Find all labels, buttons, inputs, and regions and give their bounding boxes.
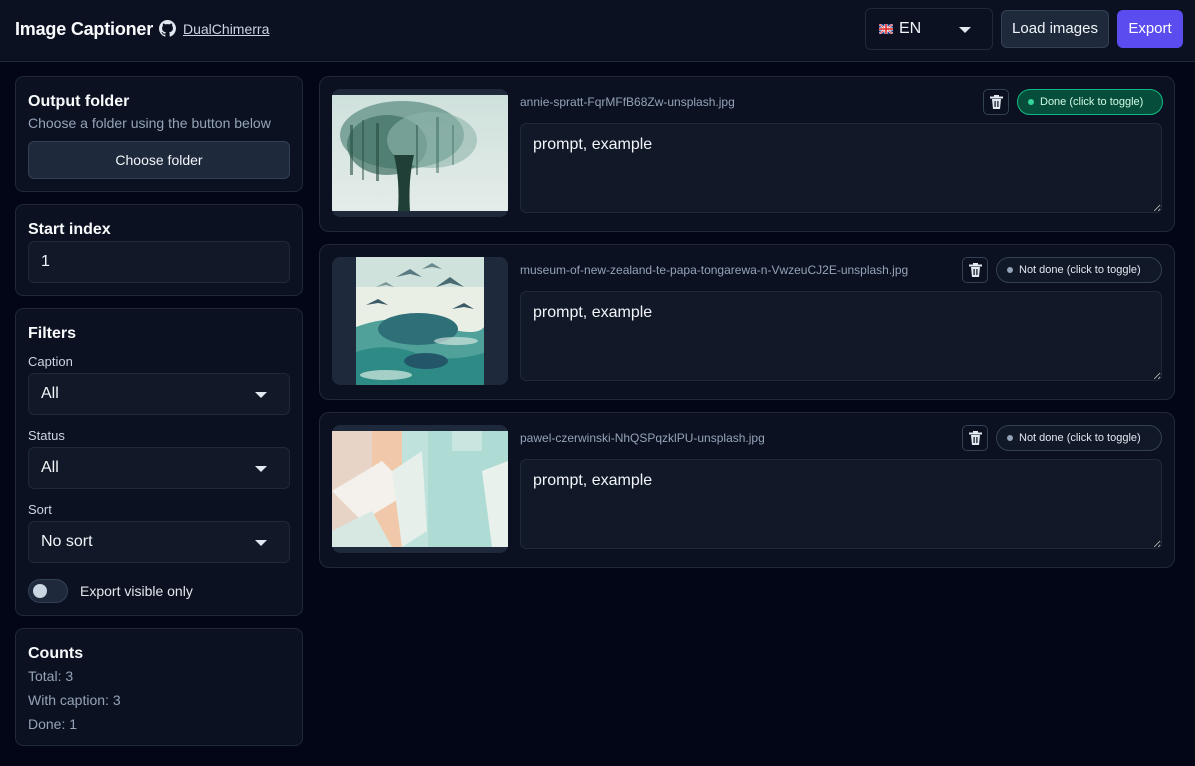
- sort-label: Sort: [28, 502, 52, 517]
- export-button[interactable]: Export: [1117, 10, 1183, 48]
- start-index-value: 1: [41, 253, 50, 270]
- chevron-down-icon: [959, 27, 971, 33]
- github-icon: [159, 20, 176, 37]
- count-total: Total: 3: [28, 668, 74, 684]
- toggle-knob: [33, 584, 47, 598]
- export-visible-toggle[interactable]: [28, 579, 68, 603]
- status-dot-icon: [1007, 435, 1013, 441]
- abstract-shapes-image: [332, 431, 508, 547]
- sort-value: No sort: [41, 533, 93, 550]
- chevron-down-icon: [255, 540, 267, 546]
- filters-title: Filters: [28, 325, 77, 342]
- language-select[interactable]: EN: [865, 8, 993, 50]
- status-filter-label: Status: [28, 428, 65, 443]
- delete-button[interactable]: [962, 257, 988, 283]
- birds-image: [356, 257, 484, 385]
- image-thumbnail[interactable]: [332, 257, 508, 385]
- status-text: Not done (click to toggle): [1019, 432, 1141, 444]
- status-text: Done (click to toggle): [1040, 96, 1144, 108]
- start-index-title: Start index: [28, 221, 111, 238]
- sort-select[interactable]: No sort: [28, 521, 290, 563]
- choose-folder-button[interactable]: Choose folder: [28, 141, 290, 179]
- delete-button[interactable]: [962, 425, 988, 451]
- status-dot-icon: [1007, 267, 1013, 273]
- image-thumbnail[interactable]: [332, 425, 508, 553]
- status-toggle[interactable]: Done (click to toggle): [1017, 89, 1163, 115]
- image-thumbnail[interactable]: [332, 89, 508, 217]
- count-done: Done: 1: [28, 716, 78, 732]
- trash-icon: [969, 431, 982, 445]
- counts-title: Counts: [28, 645, 84, 662]
- status-filter-select[interactable]: All: [28, 447, 290, 489]
- chevron-down-icon: [255, 392, 267, 398]
- export-visible-label: Export visible only: [80, 583, 193, 599]
- status-filter-value: All: [41, 459, 59, 476]
- load-images-button[interactable]: Load images: [1001, 10, 1109, 48]
- app-title: Image Captioner: [15, 19, 154, 39]
- chevron-down-icon: [255, 466, 267, 472]
- delete-button[interactable]: [983, 89, 1009, 115]
- output-folder-hint: Choose a folder using the button below: [28, 115, 271, 131]
- caption-filter-value: All: [41, 385, 59, 402]
- trash-icon: [990, 95, 1003, 109]
- github-link[interactable]: DualChimerra: [183, 21, 269, 37]
- caption-textarea[interactable]: prompt, example: [520, 291, 1162, 381]
- status-dot-icon: [1028, 99, 1034, 105]
- uk-flag-icon: [879, 24, 893, 34]
- status-toggle[interactable]: Not done (click to toggle): [996, 257, 1162, 283]
- start-index-input[interactable]: 1: [28, 241, 290, 283]
- filters-panel: Filters Caption All Status All Sort No s…: [15, 308, 303, 616]
- image-filename: pawel-czerwinski-NhQSPqzklPU-unsplash.jp…: [520, 431, 765, 445]
- caption-filter-label: Caption: [28, 354, 73, 369]
- start-index-panel: Start index 1: [15, 204, 303, 296]
- image-filename: museum-of-new-zealand-te-papa-tongarewa-…: [520, 263, 909, 277]
- tree-image: [332, 95, 508, 211]
- counts-panel: Counts Total: 3 With caption: 3 Done: 1: [15, 628, 303, 746]
- caption-textarea[interactable]: prompt, example: [520, 123, 1162, 213]
- image-card: pawel-czerwinski-NhQSPqzklPU-unsplash.jp…: [319, 412, 1175, 568]
- image-card: annie-spratt-FqrMFfB68Zw-unsplash.jpg Do…: [319, 76, 1175, 232]
- output-folder-title: Output folder: [28, 93, 130, 110]
- language-value: EN: [899, 20, 922, 37]
- output-folder-panel: Output folder Choose a folder using the …: [15, 76, 303, 192]
- top-bar: Image Captioner DualChimerra EN Load ima…: [0, 0, 1195, 62]
- trash-icon: [969, 263, 982, 277]
- image-card: museum-of-new-zealand-te-papa-tongarewa-…: [319, 244, 1175, 400]
- status-text: Not done (click to toggle): [1019, 264, 1141, 276]
- caption-filter-select[interactable]: All: [28, 373, 290, 415]
- caption-textarea[interactable]: prompt, example: [520, 459, 1162, 549]
- status-toggle[interactable]: Not done (click to toggle): [996, 425, 1162, 451]
- count-with-caption: With caption: 3: [28, 692, 121, 708]
- image-filename: annie-spratt-FqrMFfB68Zw-unsplash.jpg: [520, 95, 735, 109]
